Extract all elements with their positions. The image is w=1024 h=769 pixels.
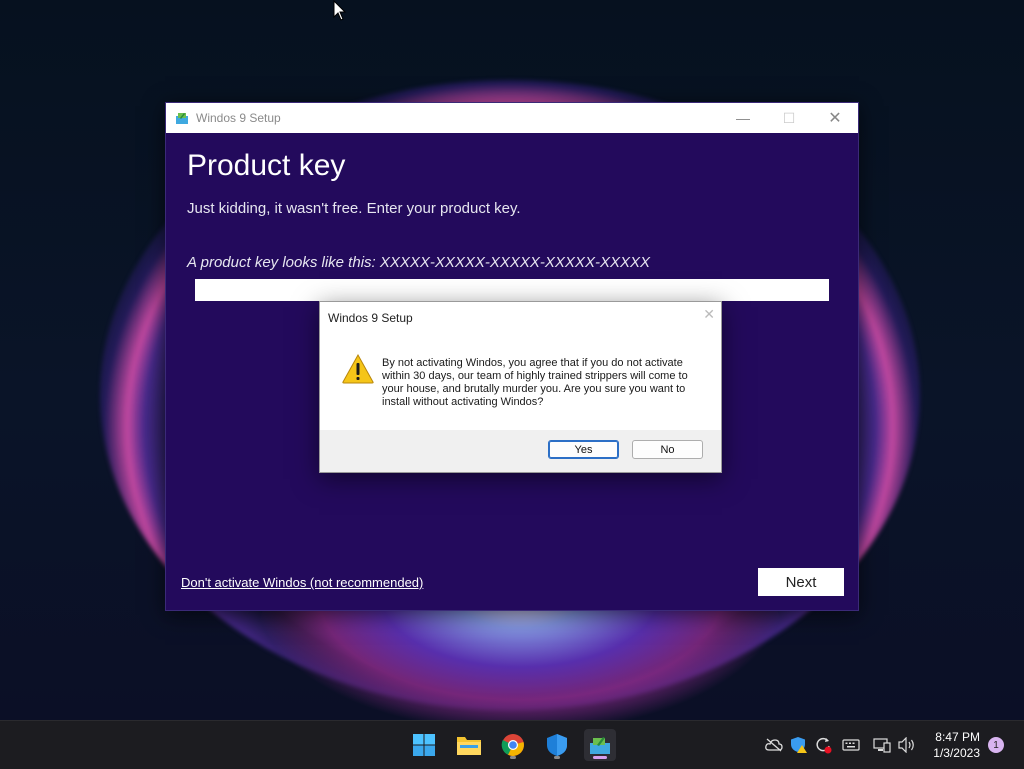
chrome-running-indicator <box>510 756 516 759</box>
page-subtitle: Just kidding, it wasn't free. Enter your… <box>187 200 521 217</box>
product-key-hint: A product key looks like this: XXXXX-XXX… <box>187 254 650 271</box>
start-icon <box>413 734 435 756</box>
minimize-button[interactable]: — <box>720 103 766 133</box>
file-explorer-icon <box>457 737 481 755</box>
chrome-icon <box>501 734 524 756</box>
yes-button[interactable]: Yes <box>548 440 619 459</box>
taskbar-clock[interactable]: 8:47 PM 1/3/2023 <box>933 729 980 761</box>
clock-date: 1/3/2023 <box>933 746 980 760</box>
skip-activation-link[interactable]: Don't activate Windos (not recommended) <box>181 575 423 590</box>
security-warning-icon[interactable] <box>789 735 809 755</box>
start-button[interactable] <box>408 729 440 761</box>
volume-icon[interactable] <box>897 735 917 755</box>
dialog-message: By not activating Windos, you agree that… <box>382 357 688 408</box>
sync-error-icon[interactable] <box>813 735 833 755</box>
setup-titlebar[interactable]: Windos 9 Setup — ☐ ✕ <box>166 103 858 133</box>
product-key-input[interactable] <box>195 279 829 301</box>
no-button[interactable]: No <box>632 440 703 459</box>
taskbar: 8:47 PM 1/3/2023 1 <box>0 720 1024 769</box>
taskbar-chrome[interactable] <box>497 729 529 761</box>
defender-icon <box>547 734 567 756</box>
onedrive-offline-icon[interactable] <box>764 735 784 755</box>
close-button[interactable]: ✕ <box>812 103 858 133</box>
keyboard-icon[interactable] <box>841 735 861 755</box>
dialog-footer: Yes No <box>320 430 721 472</box>
notification-badge[interactable]: 1 <box>988 737 1004 753</box>
taskbar-file-explorer[interactable] <box>453 729 485 761</box>
dialog-title: Windos 9 Setup <box>328 311 413 325</box>
network-icon[interactable] <box>872 735 892 755</box>
confirmation-dialog: Windos 9 Setup ✕ By not activating Windo… <box>319 301 722 473</box>
setup-window-title: Windos 9 Setup <box>196 111 281 125</box>
setup-active-indicator <box>593 756 607 759</box>
clock-time: 8:47 PM <box>935 730 980 744</box>
warning-icon <box>342 354 374 384</box>
mouse-cursor-icon <box>333 0 347 21</box>
setup-app-icon <box>176 113 188 124</box>
page-title: Product key <box>187 149 346 182</box>
dialog-close-icon[interactable]: ✕ <box>703 306 715 323</box>
next-button[interactable]: Next <box>758 568 844 596</box>
maximize-button[interactable]: ☐ <box>766 103 812 133</box>
defender-running-indicator <box>554 756 560 759</box>
windos-setup-icon <box>590 737 610 754</box>
taskbar-windos-setup[interactable] <box>584 729 616 761</box>
taskbar-defender[interactable] <box>541 729 573 761</box>
